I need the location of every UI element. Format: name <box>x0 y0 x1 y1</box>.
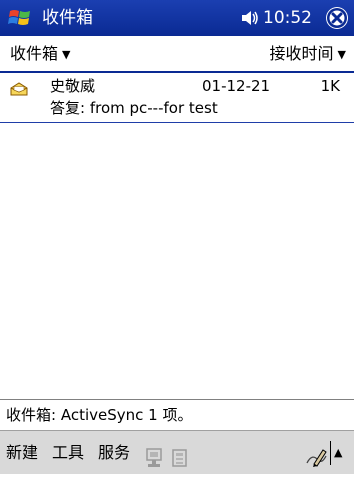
tools-menu[interactable]: 工具 <box>52 431 84 474</box>
status-text: 收件箱: ActiveSync 1 项。 <box>6 406 193 424</box>
chevron-down-icon: ▼ <box>337 48 346 61</box>
close-icon[interactable] <box>326 7 348 29</box>
menu-bar: 新建 工具 服务 ▲ <box>0 430 354 474</box>
status-bar: 收件箱: ActiveSync 1 项。 <box>0 399 354 430</box>
folder-dropdown[interactable]: 收件箱 ▼ <box>10 36 70 72</box>
message-subject: 答复: from pc---for test <box>50 99 218 117</box>
window-title: 收件箱 <box>42 8 93 28</box>
pen-input-icon[interactable] <box>304 442 328 467</box>
folder-dropdown-label: 收件箱 <box>10 44 59 63</box>
folder-sort-bar: 收件箱 ▼ 接收时间 ▼ <box>0 36 354 73</box>
windows-start-icon[interactable] <box>8 6 32 30</box>
message-size: 1K <box>320 77 340 95</box>
open-envelope-icon <box>10 81 28 96</box>
sip-arrow-up-icon[interactable]: ▲ <box>334 431 342 474</box>
new-menu[interactable]: 新建 <box>6 431 38 474</box>
message-list: 史敬威 01-12-21 1K 答复: from pc---for test <box>0 73 354 399</box>
message-sender: 史敬威 <box>50 77 96 95</box>
clock[interactable]: 10:52 <box>263 7 312 29</box>
speaker-icon[interactable] <box>241 10 259 26</box>
title-bar: 收件箱 10:52 <box>0 0 354 36</box>
sip-divider <box>330 441 331 465</box>
row-divider <box>0 122 354 123</box>
sort-dropdown[interactable]: 接收时间 ▼ <box>270 36 346 72</box>
message-date: 01-12-21 <box>202 77 271 95</box>
services-menu[interactable]: 服务 <box>98 431 130 474</box>
sort-dropdown-label: 接收时间 <box>269 44 334 63</box>
send-receive-icon[interactable] <box>144 442 166 467</box>
message-row[interactable]: 史敬威 01-12-21 1K 答复: from pc---for test <box>0 75 354 123</box>
delete-icon[interactable] <box>170 442 192 467</box>
chevron-down-icon: ▼ <box>62 48 71 61</box>
